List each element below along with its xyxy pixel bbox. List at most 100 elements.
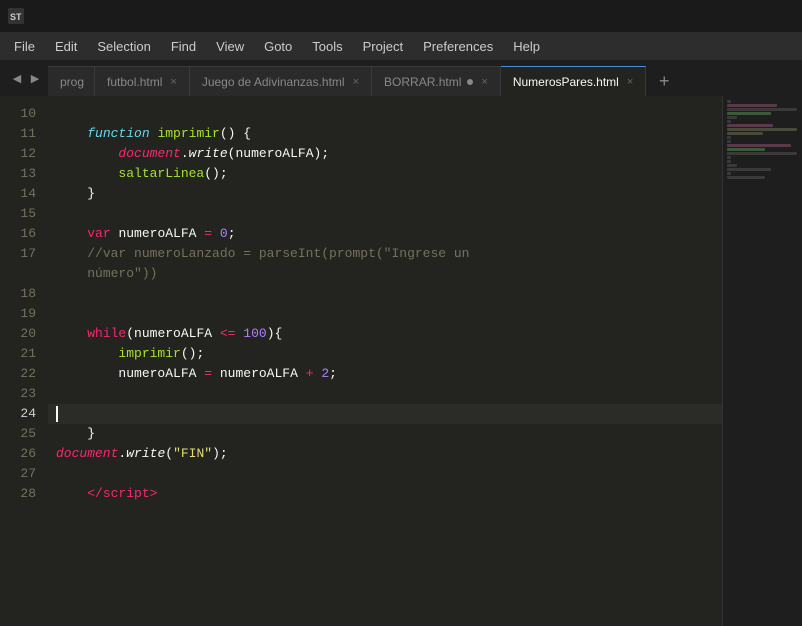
menu-item-help[interactable]: Help [503, 35, 550, 58]
minimap-line [727, 152, 797, 155]
menu-item-tools[interactable]: Tools [302, 35, 352, 58]
minimize-button[interactable] [702, 6, 730, 26]
line-number: 17 [0, 244, 48, 264]
editor-container: 10111213141516171819202122232425262728 f… [0, 96, 802, 626]
minimap-line [727, 172, 731, 175]
code-line: } [48, 424, 722, 444]
line-number [0, 264, 48, 284]
minimap-line [727, 112, 771, 115]
tab-futbol.html[interactable]: futbol.html × [95, 66, 190, 96]
minimap-line [727, 144, 791, 147]
menu-item-goto[interactable]: Goto [254, 35, 302, 58]
tab-Juego-de-Adivinanzas.html[interactable]: Juego de Adivinanzas.html × [190, 66, 372, 96]
text-cursor [56, 406, 58, 422]
minimap-line [727, 100, 731, 103]
menu-item-file[interactable]: File [4, 35, 45, 58]
tab-label: BORRAR.html [384, 75, 461, 89]
menu-item-selection[interactable]: Selection [87, 35, 160, 58]
code-line [48, 384, 722, 404]
tab-prev-button[interactable]: ◀ [8, 67, 26, 89]
title-bar-left: ST [8, 8, 30, 24]
code-line: document.write("FIN"); [48, 444, 722, 464]
tab-modified-indicator [467, 79, 473, 85]
tab-bar: ◀ ▶ progfutbol.html×Juego de Adivinanzas… [0, 60, 802, 96]
line-number: 24 [0, 404, 48, 424]
line-number: 13 [0, 164, 48, 184]
minimap-line [727, 124, 773, 127]
tab-close-button[interactable]: × [479, 75, 489, 89]
title-bar: ST [0, 0, 802, 32]
tab-prog[interactable]: prog [48, 66, 95, 96]
code-line: //var numeroLanzado = parseInt(prompt("I… [48, 244, 722, 264]
line-number: 16 [0, 224, 48, 244]
line-number-gutter: 10111213141516171819202122232425262728 [0, 96, 48, 626]
menu-item-find[interactable]: Find [161, 35, 206, 58]
minimap-line [727, 136, 731, 139]
code-line [48, 284, 722, 304]
code-line [48, 404, 722, 424]
minimap-line [727, 104, 777, 107]
code-line [48, 204, 722, 224]
code-line: número")) [48, 264, 722, 284]
line-number: 22 [0, 364, 48, 384]
minimap [722, 96, 802, 626]
line-number: 14 [0, 184, 48, 204]
code-line: document.write(numeroALFA); [48, 144, 722, 164]
minimap-line [727, 132, 763, 135]
minimap-line [727, 168, 771, 171]
svg-text:ST: ST [10, 12, 22, 22]
minimap-line [727, 128, 797, 131]
minimap-line [727, 140, 731, 143]
line-number: 25 [0, 424, 48, 444]
code-line [48, 304, 722, 324]
code-line: </script> [48, 484, 722, 504]
line-number: 12 [0, 144, 48, 164]
menu-item-preferences[interactable]: Preferences [413, 35, 503, 58]
minimap-line [727, 164, 737, 167]
code-line: while(numeroALFA <= 100){ [48, 324, 722, 344]
minimap-line [727, 120, 731, 123]
tab-BORRAR.html[interactable]: BORRAR.html × [372, 66, 501, 96]
tab-label: prog [60, 75, 84, 89]
minimap-line [727, 176, 765, 179]
line-number: 19 [0, 304, 48, 324]
minimap-content [723, 96, 802, 184]
tab-next-button[interactable]: ▶ [26, 67, 44, 89]
code-line: imprimir(); [48, 344, 722, 364]
code-line [48, 104, 722, 124]
line-number: 18 [0, 284, 48, 304]
maximize-button[interactable] [734, 6, 762, 26]
minimap-line [727, 148, 765, 151]
tab-close-button[interactable]: × [351, 75, 361, 89]
new-tab-button[interactable]: + [650, 66, 678, 96]
line-number: 26 [0, 444, 48, 464]
minimap-line [727, 160, 731, 163]
code-line: function imprimir() { [48, 124, 722, 144]
code-line: saltarLinea(); [48, 164, 722, 184]
code-line: } [48, 184, 722, 204]
line-number: 21 [0, 344, 48, 364]
tab-label: NumerosPares.html [513, 75, 619, 89]
line-number: 15 [0, 204, 48, 224]
tab-label: Juego de Adivinanzas.html [202, 75, 345, 89]
line-number: 10 [0, 104, 48, 124]
menu-item-view[interactable]: View [206, 35, 254, 58]
minimap-line [727, 156, 731, 159]
tab-label: futbol.html [107, 75, 162, 89]
tab-nav-buttons: ◀ ▶ [4, 60, 48, 96]
code-line [48, 464, 722, 484]
code-line: numeroALFA = numeroALFA + 2; [48, 364, 722, 384]
menu-item-edit[interactable]: Edit [45, 35, 87, 58]
line-number: 27 [0, 464, 48, 484]
code-line: var numeroALFA = 0; [48, 224, 722, 244]
tab-close-button[interactable]: × [168, 75, 178, 89]
line-number: 23 [0, 384, 48, 404]
close-button[interactable] [766, 6, 794, 26]
line-number: 28 [0, 484, 48, 504]
tab-close-button[interactable]: × [625, 75, 635, 89]
window-controls [702, 6, 794, 26]
app-icon: ST [8, 8, 24, 24]
code-editor[interactable]: function imprimir() { document.write(num… [48, 96, 722, 626]
tab-NumerosPares.html[interactable]: NumerosPares.html × [501, 66, 646, 96]
menu-item-project[interactable]: Project [353, 35, 413, 58]
